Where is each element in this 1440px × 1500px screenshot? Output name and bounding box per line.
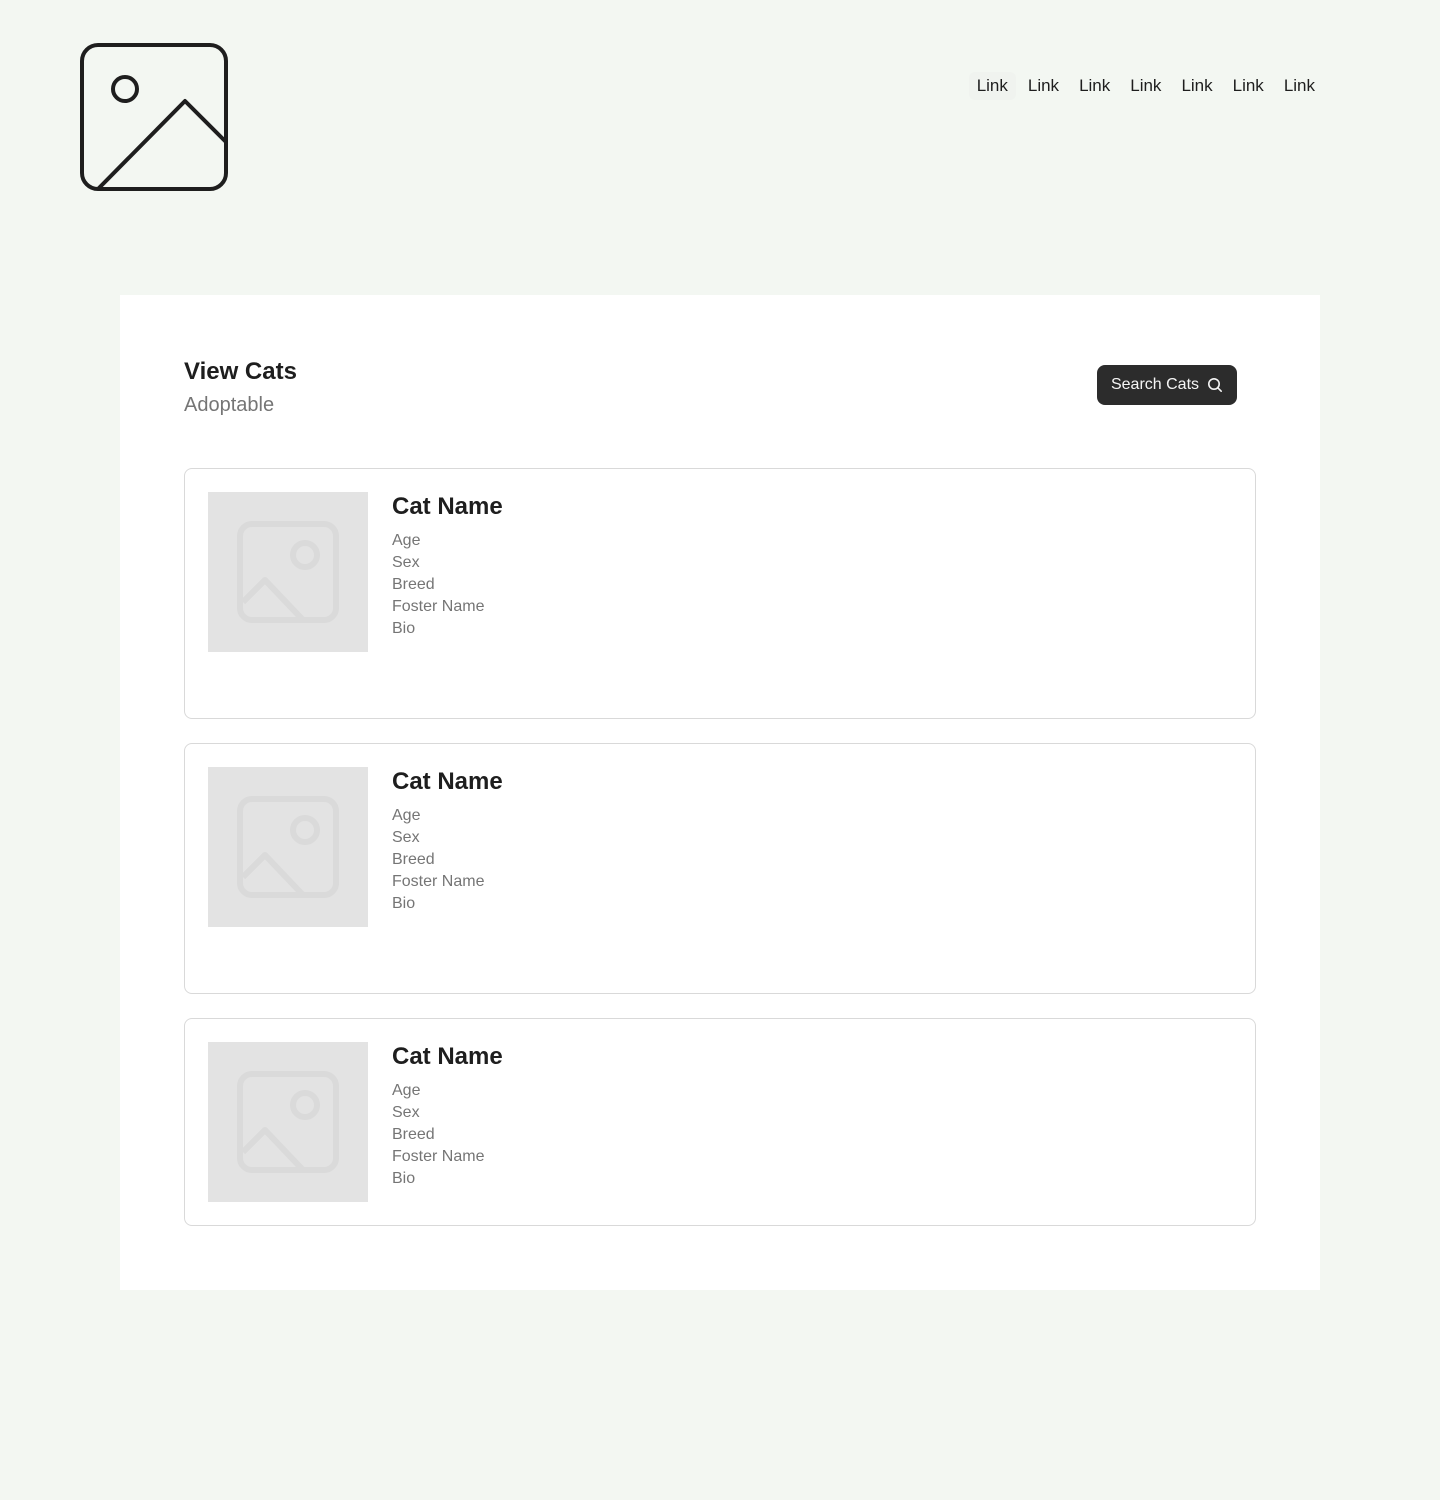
cat-name: Cat Name (392, 1043, 503, 1070)
image-placeholder-icon (80, 43, 228, 191)
cat-photo (208, 1042, 368, 1202)
search-cats-button-label: Search Cats (1110, 376, 1200, 393)
cat-sex: Sex (392, 1104, 420, 1121)
cat-info: Cat Name Age Sex Breed Foster Name Bio (392, 492, 503, 640)
site-logo[interactable] (80, 43, 228, 191)
cat-breed: Breed (392, 576, 435, 593)
nav-link-2[interactable]: Link (1020, 72, 1067, 100)
cat-sex: Sex (392, 829, 420, 846)
section-heading: View Cats Adoptable (184, 357, 297, 417)
cat-photo (208, 767, 368, 927)
cat-breed: Breed (392, 1126, 435, 1143)
cat-breed: Breed (392, 851, 435, 868)
image-placeholder-icon (237, 1071, 339, 1173)
page-title: View Cats (184, 358, 297, 385)
cat-bio: Bio (392, 1170, 416, 1187)
main-navigation: Link Link Link Link Link Link Link (968, 72, 1323, 100)
search-icon (1208, 378, 1223, 392)
nav-link-5[interactable]: Link (1173, 72, 1220, 100)
cat-photo (208, 492, 368, 652)
cat-bio: Bio (392, 895, 416, 912)
cat-info: Cat Name Age Sex Breed Foster Name Bio (392, 767, 503, 915)
search-cats-button[interactable]: Search Cats (1097, 365, 1237, 405)
cat-bio: Bio (392, 620, 416, 637)
cat-age: Age (392, 807, 421, 824)
nav-link-1[interactable]: Link (968, 72, 1016, 100)
image-placeholder-icon (237, 796, 339, 898)
cat-card[interactable]: Cat Name Age Sex Breed Foster Name Bio (184, 468, 1256, 719)
cat-age: Age (392, 1082, 421, 1099)
cat-foster-name: Foster Name (392, 1148, 485, 1165)
cat-card[interactable]: Cat Name Age Sex Breed Foster Name Bio (184, 1018, 1256, 1226)
cat-list: Cat Name Age Sex Breed Foster Name Bio C… (184, 468, 1256, 1250)
cat-age: Age (392, 532, 421, 549)
cat-sex: Sex (392, 554, 420, 571)
image-placeholder-icon (237, 521, 339, 623)
nav-link-3[interactable]: Link (1071, 72, 1118, 100)
nav-link-6[interactable]: Link (1225, 72, 1272, 100)
cat-foster-name: Foster Name (392, 598, 485, 615)
cats-panel: View Cats Adoptable Search Cats Cat Name… (120, 295, 1320, 1290)
page-subtitle: Adoptable (184, 394, 275, 416)
cat-name: Cat Name (392, 768, 503, 795)
cat-info: Cat Name Age Sex Breed Foster Name Bio (392, 1042, 503, 1190)
nav-link-4[interactable]: Link (1122, 72, 1169, 100)
cat-card[interactable]: Cat Name Age Sex Breed Foster Name Bio (184, 743, 1256, 994)
nav-link-7[interactable]: Link (1276, 72, 1323, 100)
cat-name: Cat Name (392, 493, 503, 520)
cat-foster-name: Foster Name (392, 873, 485, 890)
